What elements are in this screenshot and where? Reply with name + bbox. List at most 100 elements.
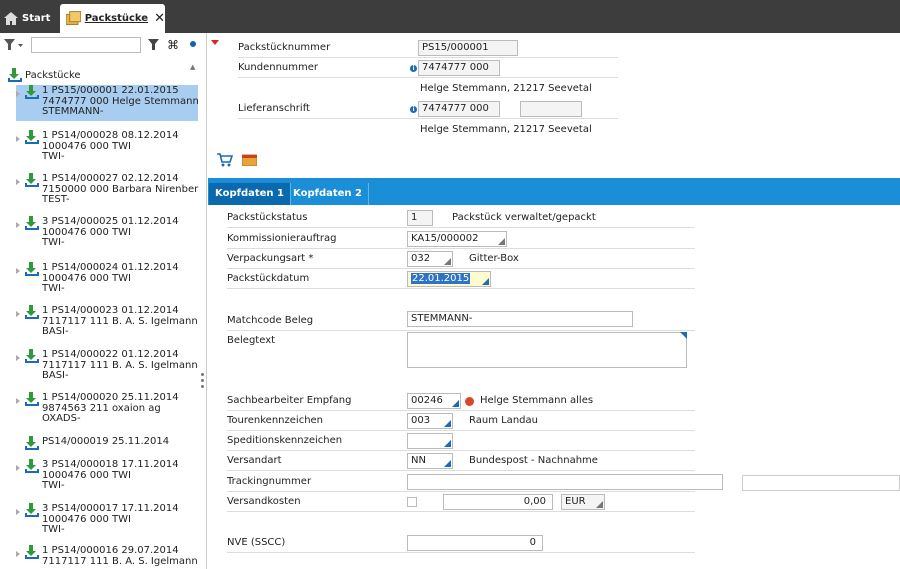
box-icon[interactable] <box>242 153 257 166</box>
spedition-field[interactable] <box>407 433 453 449</box>
tree-item[interactable]: 1 PS14/000020 25.11.2014 9874563 211 oxa… <box>16 392 198 428</box>
belegtext-row: Belegtext <box>227 331 695 368</box>
tree-root[interactable]: Packstücke <box>8 68 81 82</box>
expand-icon[interactable] <box>16 222 20 228</box>
filter-dropdown-icon[interactable] <box>4 39 24 51</box>
versandkosten-label: Versandkosten <box>227 496 301 507</box>
status-field[interactable]: 1 <box>407 210 433 226</box>
touren-field[interactable]: 003 <box>407 413 453 429</box>
filter-icon[interactable] <box>148 39 159 50</box>
collapse-icon[interactable] <box>211 40 219 45</box>
download-icon <box>25 85 39 99</box>
spedition-label: Speditionskennzeichen <box>227 435 343 446</box>
package-icon <box>66 11 81 25</box>
matchcode-field[interactable]: STEMMANN- <box>407 311 633 327</box>
expand-icon[interactable] <box>16 268 20 274</box>
scroll-up-icon[interactable]: ▲ <box>190 63 195 71</box>
binoculars-icon[interactable]: ⌘ <box>167 38 179 52</box>
sachbearbeiter-text: Helge Stemmann alles <box>480 395 594 406</box>
resize-corner-icon <box>680 332 687 339</box>
expand-icon[interactable] <box>16 551 20 557</box>
waehrung-value: EUR <box>565 496 586 507</box>
kunden-field[interactable]: 7474777 000 <box>418 60 500 76</box>
belegtext-label: Belegtext <box>227 335 276 346</box>
tab-start[interactable]: Start <box>4 4 58 33</box>
close-icon[interactable]: ✕ <box>154 11 165 26</box>
expand-icon[interactable] <box>16 398 20 404</box>
tree-item[interactable]: 1 PS14/000024 01.12.2014 1000476 000 TWI… <box>16 262 198 298</box>
expand-icon[interactable] <box>16 91 20 97</box>
verpackung-field[interactable]: 032 <box>407 251 453 267</box>
sachbearbeiter-field[interactable]: 00246 <box>407 393 461 409</box>
versandart-value: NN <box>411 455 426 466</box>
tree-item[interactable]: 1 PS14/000027 02.12.2014 7150000 000 Bar… <box>16 173 198 209</box>
packstueck-label: Packstücknummer <box>238 42 331 53</box>
belegtext-field[interactable] <box>407 332 687 368</box>
kunden-label: Kundennummer <box>238 62 318 73</box>
home-icon <box>4 12 18 25</box>
tree-item-label: 1 PS14/000023 01.12.2014 7117117 111 B. … <box>42 305 198 337</box>
search-input[interactable] <box>31 37 141 53</box>
spedition-row: Speditionskennzeichen <box>227 431 695 451</box>
versandkosten-checkbox[interactable] <box>407 497 417 507</box>
tree-item-label: 1 PS14/000022 01.12.2014 7117117 111 B. … <box>42 349 198 381</box>
tree-item[interactable]: 3 PS14/000018 17.11.2014 1000476 000 TWI… <box>16 459 198 495</box>
resize-handle[interactable] <box>201 373 205 391</box>
tree-item[interactable]: 1 PS14/000016 29.07.2014 7117117 111 B. … <box>16 545 198 569</box>
download-icon <box>25 503 39 517</box>
tree-item[interactable]: PS14/000019 25.11.2014 <box>16 436 198 451</box>
tree-item-label: 1 PS14/000024 01.12.2014 1000476 000 TWI… <box>42 262 179 294</box>
status-dot-icon[interactable] <box>190 41 196 47</box>
tree-item-label: 1 PS14/000027 02.12.2014 7150000 000 Bar… <box>42 173 199 205</box>
extra-field[interactable] <box>742 475 900 491</box>
status-indicator-icon <box>465 397 474 406</box>
tree-item[interactable]: 1 PS14/000028 08.12.2014 1000476 000 TWI… <box>16 130 198 166</box>
tree-item-label: PS14/000019 25.11.2014 <box>42 436 170 447</box>
versandkosten-field[interactable]: 0,00 <box>443 494 553 510</box>
tab-packstuecke[interactable]: Packstücke ✕ <box>60 4 165 33</box>
matchcode-label: Matchcode Beleg <box>227 315 314 326</box>
download-icon <box>25 216 39 230</box>
tree-item[interactable]: 1 PS15/000001 22.01.2015 7474777 000 Hel… <box>16 85 199 121</box>
expand-icon[interactable] <box>16 179 20 185</box>
tree-item[interactable]: 3 PS14/000025 01.12.2014 1000476 000 TWI… <box>16 216 198 252</box>
matchcode-row: Matchcode Beleg STEMMANN- <box>227 311 695 331</box>
tree-item-label: 3 PS14/000017 17.11.2014 1000476 000 TWI… <box>42 503 179 535</box>
datum-value: 22.01.2015 <box>411 273 471 284</box>
download-icon <box>25 349 39 363</box>
sidebar-toolbar: ⌘ <box>0 33 206 59</box>
waehrung-field[interactable]: EUR <box>561 494 605 510</box>
tree-item[interactable]: 1 PS14/000022 01.12.2014 7117117 111 B. … <box>16 349 198 385</box>
download-icon <box>25 262 39 276</box>
nve-field[interactable]: 0 <box>407 535 543 551</box>
versandart-row: Versandart NN Bundespost - Nachnahme <box>227 451 695 471</box>
tree-item[interactable]: 3 PS14/000017 17.11.2014 1000476 000 TWI… <box>16 503 198 539</box>
tab-kopfdaten-1[interactable]: Kopfdaten 1 <box>209 183 291 205</box>
tree-item-label: 1 PS14/000028 08.12.2014 1000476 000 TWI… <box>42 130 179 162</box>
packstueck-row: Packstücknummer PS15/000001 <box>238 38 618 58</box>
info-icon[interactable]: i <box>410 106 417 113</box>
expand-icon[interactable] <box>16 465 20 471</box>
expand-icon[interactable] <box>16 509 20 515</box>
expand-icon[interactable] <box>16 311 20 317</box>
versandart-text: Bundespost - Nachnahme <box>469 455 598 466</box>
expand-icon[interactable] <box>16 355 20 361</box>
datum-row: Packstückdatum 22.01.2015 <box>227 269 695 289</box>
info-icon[interactable]: i <box>410 65 417 72</box>
download-icon <box>25 130 39 144</box>
cart-icon[interactable] <box>217 153 233 167</box>
tracking-field[interactable] <box>407 474 723 490</box>
packstueck-field[interactable]: PS15/000001 <box>418 40 518 56</box>
tab-packstuecke-label: Packstücke <box>84 13 149 24</box>
tab-kopfdaten-2[interactable]: Kopfdaten 2 <box>287 183 369 205</box>
liefer-extra-field[interactable] <box>520 101 582 117</box>
kommission-field[interactable]: KA15/000002 <box>407 231 507 247</box>
liefer-field[interactable]: 7474777 000 <box>418 101 500 117</box>
tree-item[interactable]: 1 PS14/000023 01.12.2014 7117117 111 B. … <box>16 305 198 341</box>
liefer-label: Lieferanschrift <box>238 103 310 114</box>
expand-icon[interactable] <box>16 136 20 142</box>
kommission-label: Kommissionierauftrag <box>227 233 337 244</box>
datum-field[interactable]: 22.01.2015 <box>407 271 491 287</box>
download-icon <box>8 68 22 82</box>
versandart-field[interactable]: NN <box>407 453 453 469</box>
